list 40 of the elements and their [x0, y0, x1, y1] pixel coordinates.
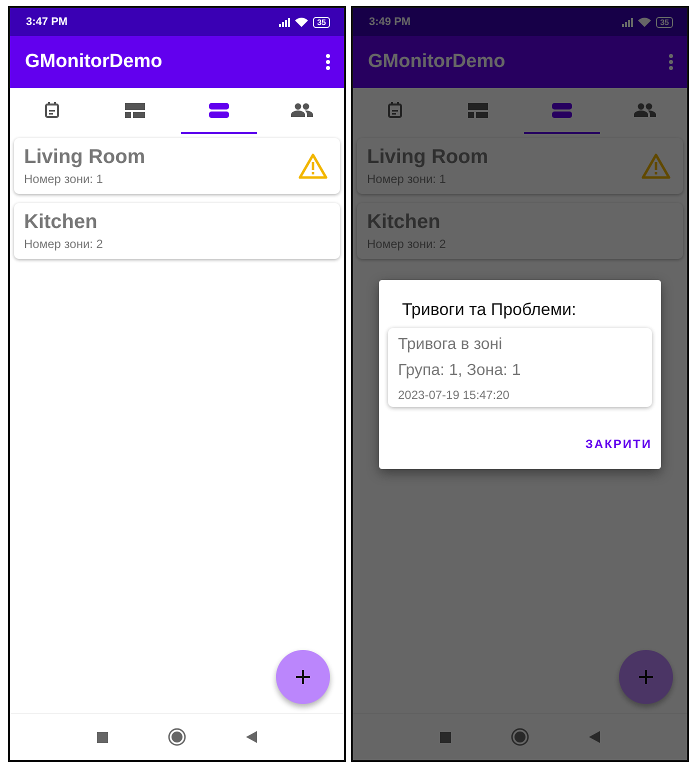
signal-icon — [279, 18, 290, 26]
zone-card[interactable]: Kitchen Номер зони: 2 — [14, 203, 340, 259]
dashboard-icon — [468, 102, 488, 118]
signal-icon — [622, 18, 634, 26]
app-title: GMonitorDemo — [25, 51, 162, 73]
wifi-icon — [638, 17, 652, 27]
status-time: 3:49 PM — [369, 16, 411, 28]
calendar-icon — [44, 102, 59, 118]
recents-icon[interactable] — [440, 732, 451, 742]
dashboard-icon — [125, 102, 146, 118]
zone-name: Kitchen — [24, 211, 98, 234]
dialog-title: Тривоги та Проблеми: — [402, 300, 578, 320]
alert-title: Тривога в зоні — [398, 336, 504, 354]
app-title: GMonitorDemo — [368, 51, 506, 73]
add-button[interactable] — [619, 650, 673, 704]
back-icon[interactable] — [246, 731, 257, 743]
zone-number: Номер зони: 1 — [24, 172, 104, 186]
zone-card[interactable]: Living Room Номер зони: 1 — [14, 138, 340, 194]
people-icon — [634, 103, 656, 117]
alert-time: 2023-07-19 15:47:20 — [398, 388, 510, 402]
stacked-rows-icon — [208, 102, 229, 118]
status-time: 3:47 PM — [26, 16, 68, 28]
zone-name: Living Room — [24, 146, 146, 169]
stacked-rows-icon — [552, 102, 572, 118]
back-icon[interactable] — [589, 731, 600, 743]
calendar-icon — [388, 102, 402, 118]
more-options-icon[interactable] — [326, 54, 330, 70]
people-icon — [291, 103, 314, 117]
home-icon[interactable] — [511, 728, 529, 746]
recents-icon[interactable] — [97, 732, 108, 742]
zone-number: Номер зони: 2 — [24, 237, 103, 251]
wifi-icon — [295, 17, 308, 27]
plus-icon — [639, 670, 653, 684]
battery-level: 35 — [656, 16, 673, 28]
plus-icon — [296, 670, 310, 684]
home-icon[interactable] — [168, 728, 186, 746]
add-button[interactable] — [276, 650, 330, 704]
close-button[interactable]: ЗАКРИТИ — [585, 431, 652, 457]
battery-level: 35 — [313, 16, 330, 28]
alert-detail: Група: 1, Зона: 1 — [398, 362, 522, 380]
